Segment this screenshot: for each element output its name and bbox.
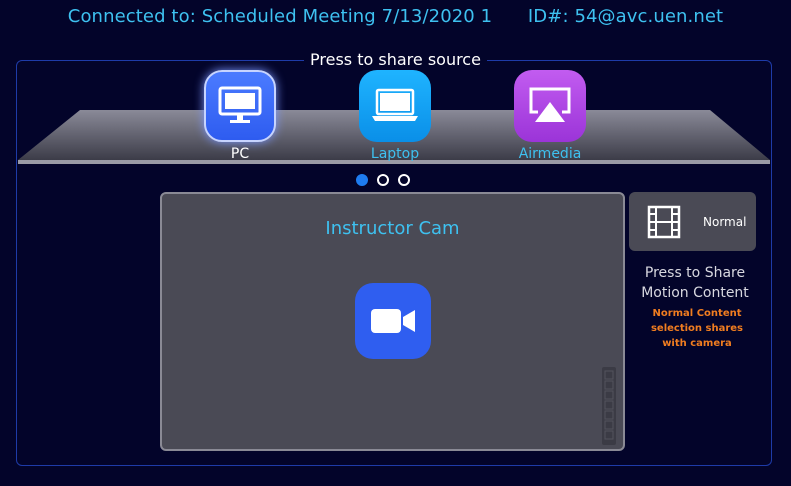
source-pc-label: PC [230,146,250,162]
normal-content-button[interactable]: Normal [629,192,756,251]
video-camera-icon [371,309,415,333]
meeting-name: Scheduled Meeting 7/13/2020 1 [201,6,493,27]
source-laptop-label: Laptop [370,146,420,162]
source-airmedia-tile[interactable] [514,70,586,142]
scroll-grip-icon [604,370,614,440]
source-pc-button[interactable]: PC [203,70,277,162]
camera-scrollbar[interactable] [602,367,616,445]
connected-label: Connected to: [67,6,196,27]
page-dot-2[interactable] [377,174,389,186]
normal-button-label: Normal [703,214,747,229]
page-indicator [356,174,410,186]
camera-tile[interactable] [355,283,431,359]
airplay-icon [529,87,571,122]
source-laptop-button[interactable]: Laptop [358,70,432,162]
motion-caption: Press to Share Motion Content [641,265,749,301]
share-source-title: Press to share source [0,50,791,69]
connection-status-header: Connected to: Scheduled Meeting 7/13/202… [0,6,791,32]
id-label: ID#: [527,6,569,27]
source-laptop-tile[interactable] [359,70,431,142]
film-strip-icon [647,205,681,238]
source-airmedia-label: Airmedia [518,146,582,162]
id-value: 54@avc.uen.net [574,6,724,27]
source-airmedia-button[interactable]: Airmedia [513,70,587,162]
laptop-icon [372,88,418,121]
instructor-cam-panel[interactable]: Instructor Cam [160,192,625,451]
page-dot-1[interactable] [356,174,368,186]
camera-title: Instructor Cam [325,218,460,239]
page-dot-3[interactable] [398,174,410,186]
monitor-icon [218,86,262,123]
source-pc-tile[interactable] [204,70,276,142]
motion-note: Normal Content selection shares with cam… [650,308,744,349]
